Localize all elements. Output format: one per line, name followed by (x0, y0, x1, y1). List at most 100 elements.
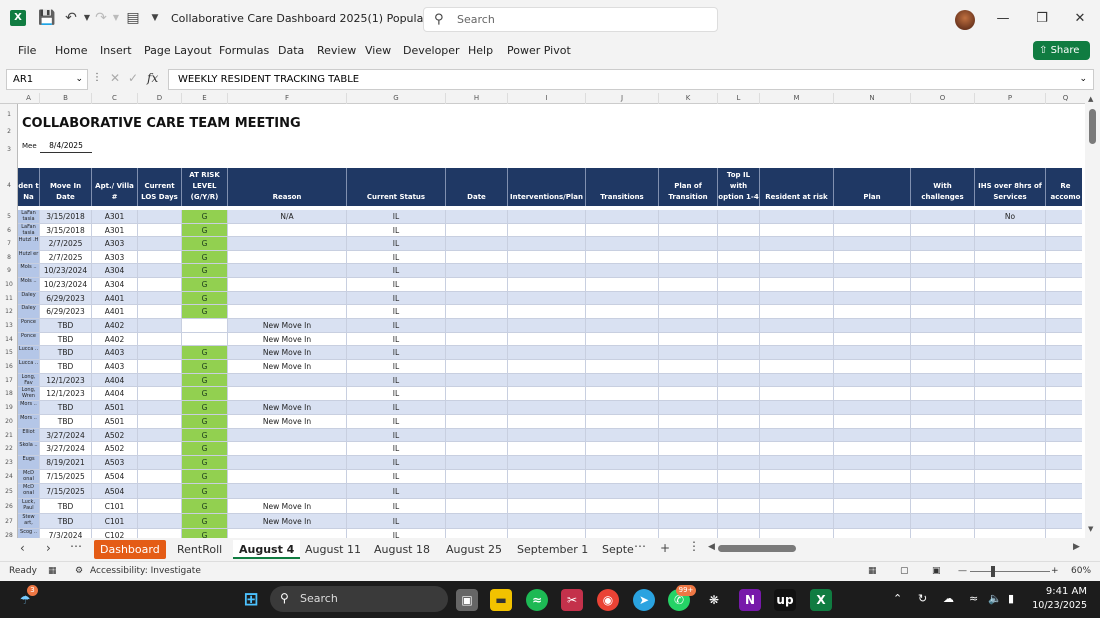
add-sheet-icon[interactable]: + (660, 541, 670, 555)
macro-icon[interactable]: ▦ (48, 566, 57, 576)
table-cell[interactable] (975, 387, 1046, 400)
table-cell[interactable] (138, 346, 182, 359)
more-tabs-icon[interactable]: ⋯ (634, 539, 646, 553)
table-cell[interactable] (508, 514, 586, 528)
table-cell[interactable] (760, 456, 834, 469)
table-cell[interactable]: New Move In (228, 319, 347, 332)
table-cell[interactable] (760, 387, 834, 400)
row-header[interactable]: 4 (0, 162, 18, 210)
table-cell[interactable] (586, 529, 659, 538)
table-cell[interactable] (975, 470, 1046, 483)
table-cell[interactable] (508, 484, 586, 498)
table-cell[interactable] (760, 401, 834, 414)
table-cell[interactable]: IL (347, 292, 446, 304)
table-cell[interactable]: 2/7/2025 (40, 251, 92, 263)
table-cell[interactable]: G (182, 292, 228, 304)
table-cell[interactable]: G (182, 456, 228, 469)
table-cell[interactable] (508, 499, 586, 513)
table-cell[interactable]: IL (347, 278, 446, 291)
row-header[interactable]: 25 (0, 484, 18, 499)
table-cell[interactable]: Long, Fav (18, 374, 40, 386)
table-cell[interactable] (718, 237, 760, 250)
table-cell[interactable]: IL (347, 401, 446, 414)
table-cell[interactable]: A303 (92, 237, 138, 250)
table-cell[interactable]: TBD (40, 319, 92, 332)
table-cell[interactable]: Skola .. (18, 442, 40, 455)
table-cell[interactable] (446, 456, 508, 469)
table-cell[interactable] (446, 415, 508, 428)
table-cell[interactable]: G (182, 484, 228, 498)
telegram-icon[interactable]: ➤ (633, 589, 655, 611)
table-cell[interactable]: G (182, 237, 228, 250)
menu-view[interactable]: View (365, 44, 391, 57)
table-cell[interactable] (659, 374, 718, 386)
table-cell[interactable] (182, 319, 228, 332)
table-cell[interactable]: IL (347, 387, 446, 400)
table-cell[interactable] (834, 470, 911, 483)
menu-page-layout[interactable]: Page Layout (144, 44, 212, 57)
table-cell[interactable] (659, 292, 718, 304)
table-cell[interactable] (228, 292, 347, 304)
row-header[interactable]: 8 (0, 251, 18, 264)
table-cell[interactable] (586, 278, 659, 291)
table-cell[interactable] (1046, 333, 1082, 345)
table-cell[interactable] (659, 484, 718, 498)
table-cell[interactable] (446, 429, 508, 441)
zoom-out-icon[interactable]: — (958, 566, 967, 576)
table-cell[interactable]: G (182, 305, 228, 318)
table-cell[interactable] (911, 292, 975, 304)
table-cell[interactable]: G (182, 470, 228, 483)
table-cell[interactable] (586, 401, 659, 414)
table-cell[interactable] (834, 278, 911, 291)
table-cell[interactable] (834, 237, 911, 250)
table-cell[interactable]: G (182, 415, 228, 428)
table-cell[interactable] (508, 237, 586, 250)
table-cell[interactable]: G (182, 360, 228, 373)
table-cell[interactable] (975, 456, 1046, 469)
table-cell[interactable] (834, 529, 911, 538)
column-header-n[interactable]: N (834, 93, 911, 104)
table-cell[interactable] (975, 333, 1046, 345)
table-cell[interactable] (508, 224, 586, 236)
table-cell[interactable] (659, 514, 718, 528)
table-cell[interactable] (446, 305, 508, 318)
table-cell[interactable] (659, 429, 718, 441)
table-cell[interactable]: G (182, 387, 228, 400)
table-cell[interactable]: 12/1/2023 (40, 374, 92, 386)
avatar[interactable] (955, 10, 975, 30)
table-header-cell[interactable]: Reason (228, 168, 347, 206)
table-cell[interactable]: IL (347, 514, 446, 528)
save-icon[interactable]: 💾 (38, 9, 56, 27)
table-cell[interactable]: A504 (92, 470, 138, 483)
table-cell[interactable]: IL (347, 224, 446, 236)
table-cell[interactable] (760, 264, 834, 277)
table-cell[interactable] (508, 333, 586, 345)
insert-function-icon[interactable]: fx (147, 71, 158, 85)
table-cell[interactable]: C101 (92, 499, 138, 513)
table-cell[interactable] (760, 346, 834, 359)
table-cell[interactable] (760, 278, 834, 291)
table-cell[interactable] (138, 442, 182, 455)
table-cell[interactable]: TBD (40, 514, 92, 528)
table-cell[interactable] (760, 470, 834, 483)
table-cell[interactable]: A403 (92, 346, 138, 359)
enter-icon[interactable]: ✓ (128, 71, 138, 85)
tab-rentroll[interactable]: RentRoll (171, 540, 228, 559)
table-cell[interactable] (760, 442, 834, 455)
table-cell[interactable] (446, 292, 508, 304)
row-header[interactable]: 17 (0, 374, 18, 387)
page-layout-view-icon[interactable]: ▢ (900, 566, 909, 576)
table-cell[interactable]: 3/15/2018 (40, 224, 92, 236)
table-cell[interactable] (508, 470, 586, 483)
table-cell[interactable] (1046, 387, 1082, 400)
table-cell[interactable]: 2/7/2025 (40, 237, 92, 250)
table-cell[interactable] (138, 429, 182, 441)
table-cell[interactable] (586, 319, 659, 332)
accessibility-icon[interactable]: ⚙ (75, 566, 83, 576)
table-cell[interactable] (718, 224, 760, 236)
table-cell[interactable] (508, 387, 586, 400)
row-header[interactable]: 13 (0, 319, 18, 333)
table-cell[interactable] (446, 401, 508, 414)
table-cell[interactable] (1046, 224, 1082, 236)
table-cell[interactable] (760, 224, 834, 236)
